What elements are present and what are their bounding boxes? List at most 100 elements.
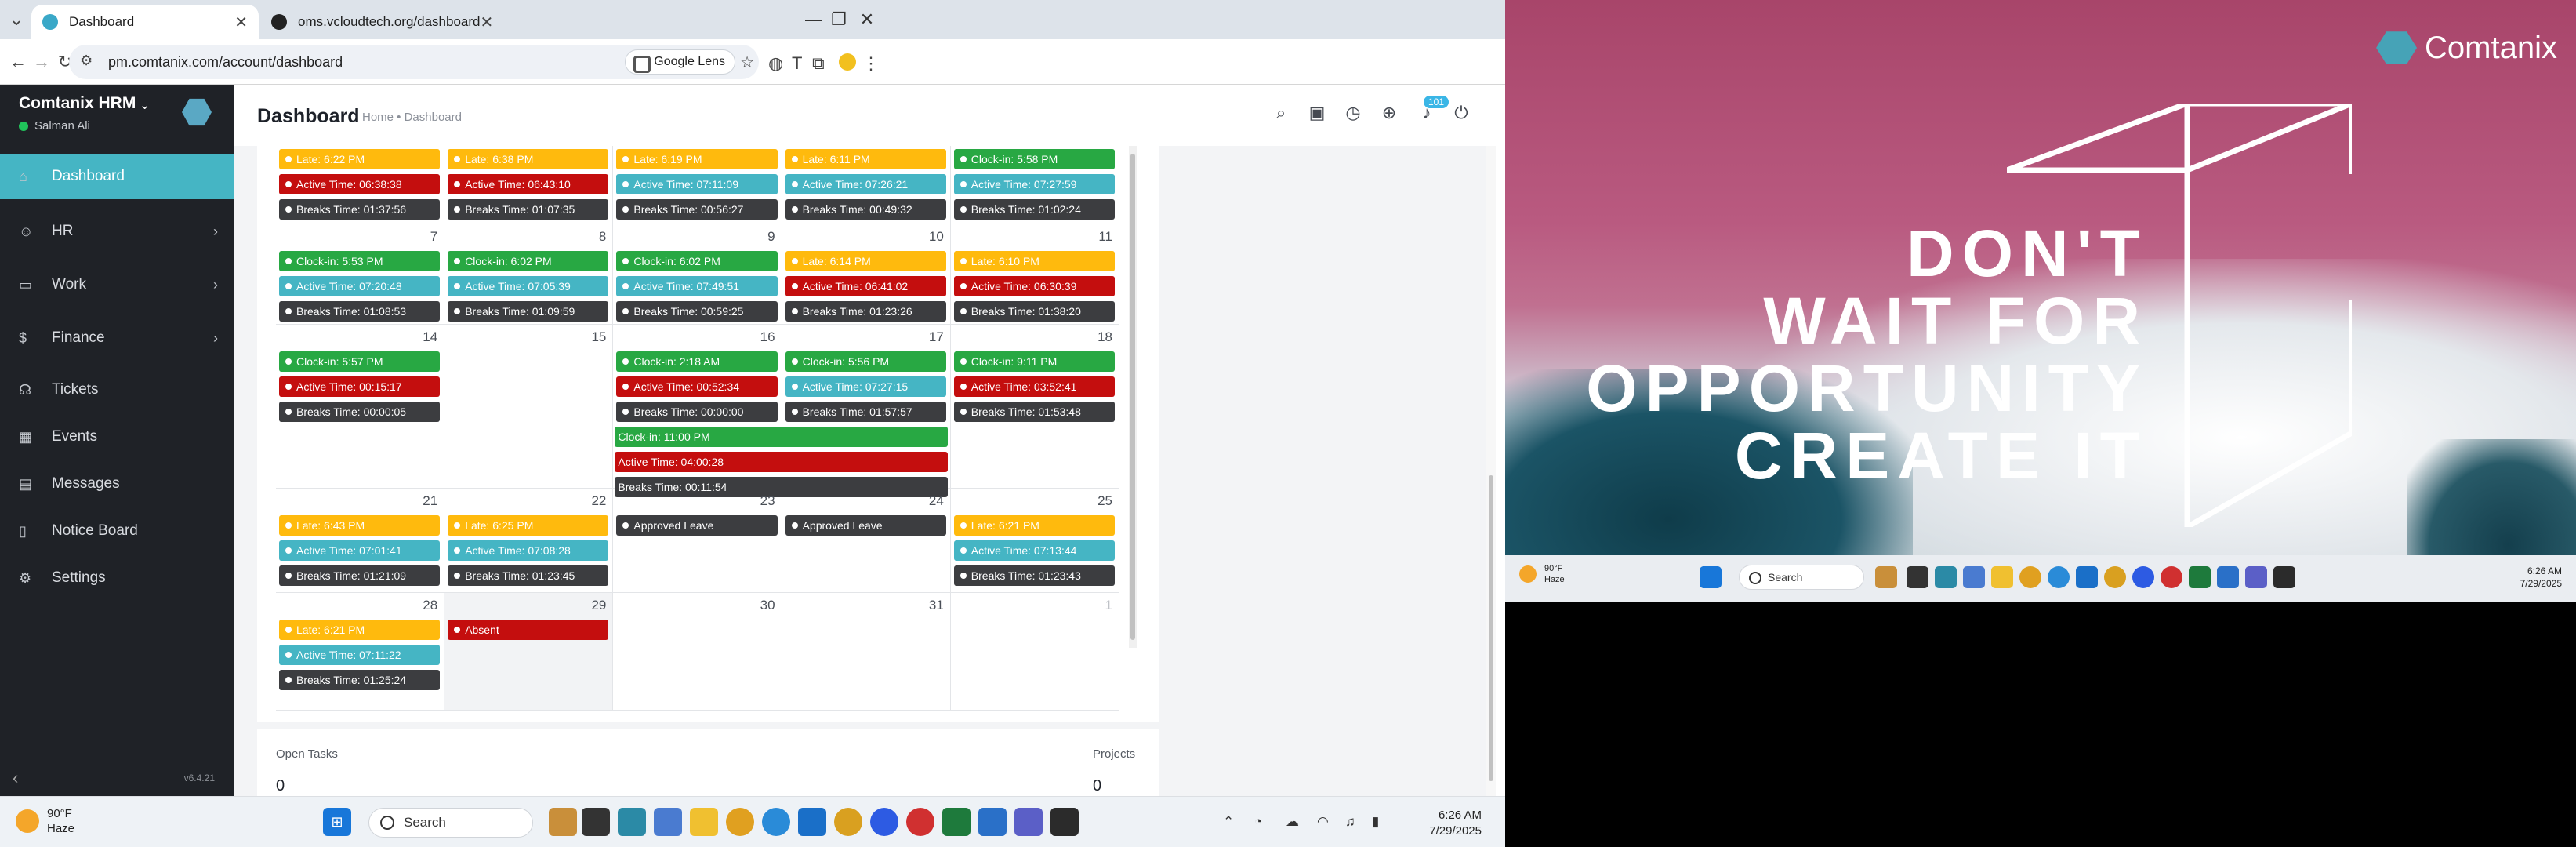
onedrive-icon[interactable]: ☁ bbox=[1286, 814, 1299, 830]
task-view-icon[interactable] bbox=[1907, 566, 1928, 588]
chrome-alt-icon[interactable] bbox=[906, 808, 934, 836]
attendance-event-active[interactable]: Active Time: 07:05:39 bbox=[448, 276, 609, 296]
attendance-event-active[interactable]: Active Time: 07:27:15 bbox=[785, 376, 946, 397]
bookmark-star-icon[interactable]: ☆ bbox=[740, 53, 754, 72]
chrome-profile-icon[interactable] bbox=[834, 808, 862, 836]
zoom-icon[interactable] bbox=[870, 808, 898, 836]
chrome-icon[interactable] bbox=[726, 808, 754, 836]
weather-widget[interactable]: 90°F Haze bbox=[1519, 563, 1565, 585]
attendance-event-late[interactable]: Late: 6:38 PM bbox=[448, 149, 609, 169]
sidebar-item-messages[interactable]: ▤ Messages bbox=[0, 461, 234, 507]
comtanix-app-icon[interactable] bbox=[618, 808, 646, 836]
sidebar-item-events[interactable]: ▦ Events bbox=[0, 414, 234, 460]
calendar-day[interactable]: Late: 6:19 PM Active Time: 07:11:09 Breaks… bbox=[613, 146, 782, 224]
tab-search-icon[interactable]: ⌄ bbox=[5, 8, 28, 31]
attendance-event-brk[interactable]: Breaks Time: 01:02:24 bbox=[953, 199, 1115, 220]
new-tab-icon[interactable] bbox=[292, 8, 315, 31]
calendar-day[interactable]: 9 Clock-in: 6:02 PM Active Time: 07:49:51 B… bbox=[613, 224, 782, 324]
attendance-event-active[interactable]: Active Time: 07:20:48 bbox=[279, 276, 441, 296]
back-icon[interactable]: ← bbox=[6, 50, 30, 74]
attendance-event-brk[interactable]: Breaks Time: 01:23:45 bbox=[448, 565, 609, 586]
chevron-down-icon[interactable]: ⌄ bbox=[140, 97, 150, 113]
attendance-event-active[interactable]: Active Time: 07:26:21 bbox=[785, 174, 946, 194]
attendance-event-active[interactable]: Active Time: 07:11:09 bbox=[616, 174, 778, 194]
attendance-event-absent[interactable]: Absent bbox=[448, 620, 609, 640]
spanning-event-activered[interactable]: Active Time: 04:00:28 bbox=[615, 452, 948, 472]
attendance-event-brk[interactable]: Breaks Time: 01:23:26 bbox=[785, 301, 946, 322]
excel-icon[interactable] bbox=[942, 808, 971, 836]
snipping-tool-icon[interactable] bbox=[2217, 566, 2239, 588]
close-window-icon[interactable]: ✕ bbox=[844, 0, 891, 39]
task-view-icon[interactable] bbox=[582, 808, 610, 836]
calendar-scroll-thumb[interactable] bbox=[1130, 154, 1135, 640]
calendar-day[interactable]: 8 Clock-in: 6:02 PM Active Time: 07:05:39 B… bbox=[444, 224, 614, 324]
taskbar-search[interactable]: Search bbox=[368, 808, 533, 838]
attendance-event-active[interactable]: Active Time: 07:11:22 bbox=[279, 645, 441, 665]
close-tab-icon[interactable]: ✕ bbox=[480, 13, 493, 32]
address-bar[interactable]: ⚙ pm.comtanix.com/account/dashboard ⌖ Go… bbox=[69, 45, 759, 79]
calendar-day[interactable]: 21 Late: 6:43 PM Active Time: 07:01:41 Brea… bbox=[276, 489, 445, 592]
site-info-icon[interactable]: ⚙ bbox=[80, 53, 93, 69]
search-icon[interactable]: ⌕ bbox=[1268, 100, 1293, 125]
page-scrollbar[interactable] bbox=[1486, 146, 1496, 796]
reader-icon[interactable]: T bbox=[792, 53, 802, 74]
network-icon[interactable]: ◔ bbox=[1254, 814, 1262, 830]
attendance-event-brk[interactable]: Breaks Time: 01:25:24 bbox=[279, 670, 441, 690]
windows-start-icon[interactable]: ⊞ bbox=[323, 808, 351, 836]
calendar-day[interactable]: 23 Approved Leave bbox=[613, 489, 782, 592]
calendar-day[interactable]: Late: 6:11 PM Active Time: 07:26:21 Breaks… bbox=[782, 146, 951, 224]
attendance-event-active[interactable]: Active Time: 07:27:59 bbox=[953, 174, 1115, 194]
chrome-profile-icon[interactable] bbox=[2104, 566, 2126, 588]
attendance-event-clock[interactable]: Clock-in: 9:11 PM bbox=[953, 351, 1115, 372]
chrome-icon[interactable] bbox=[2019, 566, 2041, 588]
sidebar-item-tickets[interactable]: ☊ Tickets bbox=[0, 367, 234, 413]
edge-icon[interactable] bbox=[762, 808, 790, 836]
attendance-event-brk[interactable]: Breaks Time: 01:09:59 bbox=[448, 301, 609, 322]
calendar-day[interactable]: Clock-in: 5:58 PM Active Time: 07:27:59 Br… bbox=[951, 146, 1119, 224]
attendance-event-activered[interactable]: Active Time: 00:15:17 bbox=[279, 376, 441, 397]
vpn-icon[interactable]: ◍ bbox=[768, 53, 783, 74]
show-hidden-icons[interactable]: ⌃ bbox=[1223, 814, 1234, 830]
spanning-event-clock[interactable]: Clock-in: 11:00 PM bbox=[615, 427, 948, 447]
widget-icon[interactable] bbox=[1875, 566, 1897, 588]
excel-icon[interactable] bbox=[2189, 566, 2211, 588]
attendance-event-late[interactable]: Late: 6:14 PM bbox=[785, 251, 946, 271]
calendar-day[interactable]: Late: 6:38 PM Active Time: 06:43:10 Breaks… bbox=[444, 146, 614, 224]
attendance-event-brk[interactable]: Breaks Time: 00:00:00 bbox=[616, 402, 778, 422]
attendance-event-clock[interactable]: Clock-in: 2:18 AM bbox=[616, 351, 778, 372]
brand-name[interactable]: Comtanix HRM bbox=[19, 94, 136, 113]
attendance-event-brk[interactable]: Breaks Time: 00:49:32 bbox=[785, 199, 946, 220]
zoom-icon[interactable] bbox=[2132, 566, 2154, 588]
windows-start-icon[interactable] bbox=[1700, 566, 1722, 588]
attendance-event-clock[interactable]: Clock-in: 5:58 PM bbox=[953, 149, 1115, 169]
attendance-event-brk[interactable]: Breaks Time: 01:23:43 bbox=[953, 565, 1115, 586]
file-explorer-icon[interactable] bbox=[1991, 566, 2013, 588]
sidebar-item-settings[interactable]: ⚙ Settings bbox=[0, 555, 234, 601]
attendance-event-late[interactable]: Late: 6:19 PM bbox=[616, 149, 778, 169]
sidebar-item-work[interactable]: ▭ Work › bbox=[0, 262, 234, 307]
system-clock[interactable]: 6:26 AM 7/29/2025 bbox=[1429, 808, 1482, 839]
breadcrumb[interactable]: Home • Dashboard bbox=[362, 111, 462, 124]
attendance-event-active[interactable]: Active Time: 07:13:44 bbox=[953, 540, 1115, 561]
wifi-icon[interactable]: ◠ bbox=[1317, 814, 1329, 830]
calendar-day[interactable]: 14 Clock-in: 5:57 PM Active Time: 00:15:17… bbox=[276, 325, 445, 488]
attendance-event-brk[interactable]: Breaks Time: 00:59:25 bbox=[616, 301, 778, 322]
sticky-notes-icon[interactable] bbox=[2273, 566, 2295, 588]
attendance-event-activered[interactable]: Active Time: 00:52:34 bbox=[616, 376, 778, 397]
attendance-event-late[interactable]: Late: 6:25 PM bbox=[448, 515, 609, 536]
attendance-event-clock[interactable]: Clock-in: 6:02 PM bbox=[448, 251, 609, 271]
tab-dashboard[interactable]: Dashboard ✕ bbox=[31, 5, 259, 39]
attendance-event-late[interactable]: Late: 6:11 PM bbox=[785, 149, 946, 169]
calculator-icon[interactable] bbox=[654, 808, 682, 836]
calendar-day[interactable]: 10 Late: 6:14 PM Active Time: 06:41:02 Brea… bbox=[782, 224, 951, 324]
outlook-icon[interactable] bbox=[2076, 566, 2098, 588]
sticky-notes-icon[interactable] bbox=[1050, 808, 1079, 836]
attendance-event-brk[interactable]: Breaks Time: 01:07:35 bbox=[448, 199, 609, 220]
attendance-event-brk[interactable]: Breaks Time: 00:56:27 bbox=[616, 199, 778, 220]
menu-icon[interactable]: ⋮ bbox=[862, 53, 880, 74]
collapse-sidebar-icon[interactable]: ‹ bbox=[13, 768, 18, 788]
attendance-event-leave[interactable]: Approved Leave bbox=[616, 515, 778, 536]
snipping-tool-icon[interactable] bbox=[978, 808, 1007, 836]
attendance-event-active[interactable]: Active Time: 07:49:51 bbox=[616, 276, 778, 296]
chrome-alt-icon[interactable] bbox=[2161, 566, 2182, 588]
